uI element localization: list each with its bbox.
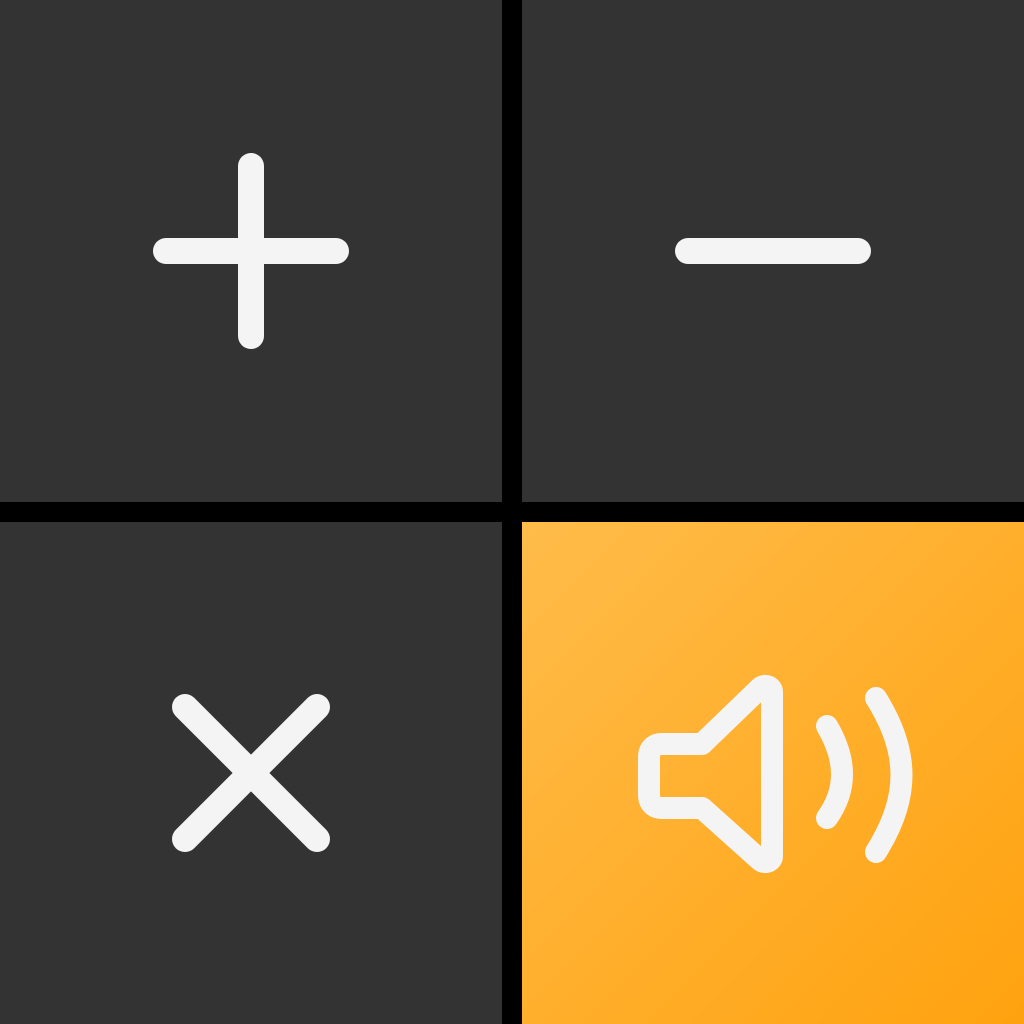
minus-key[interactable] xyxy=(522,0,1024,502)
plus-key[interactable] xyxy=(0,0,502,502)
speaker-volume-icon xyxy=(522,522,1024,1024)
plus-icon xyxy=(0,0,502,502)
multiply-key[interactable] xyxy=(0,522,502,1024)
sound-key[interactable] xyxy=(522,522,1024,1024)
multiply-icon xyxy=(0,522,502,1024)
minus-icon xyxy=(522,0,1024,502)
calculator-keypad xyxy=(0,0,1024,1024)
